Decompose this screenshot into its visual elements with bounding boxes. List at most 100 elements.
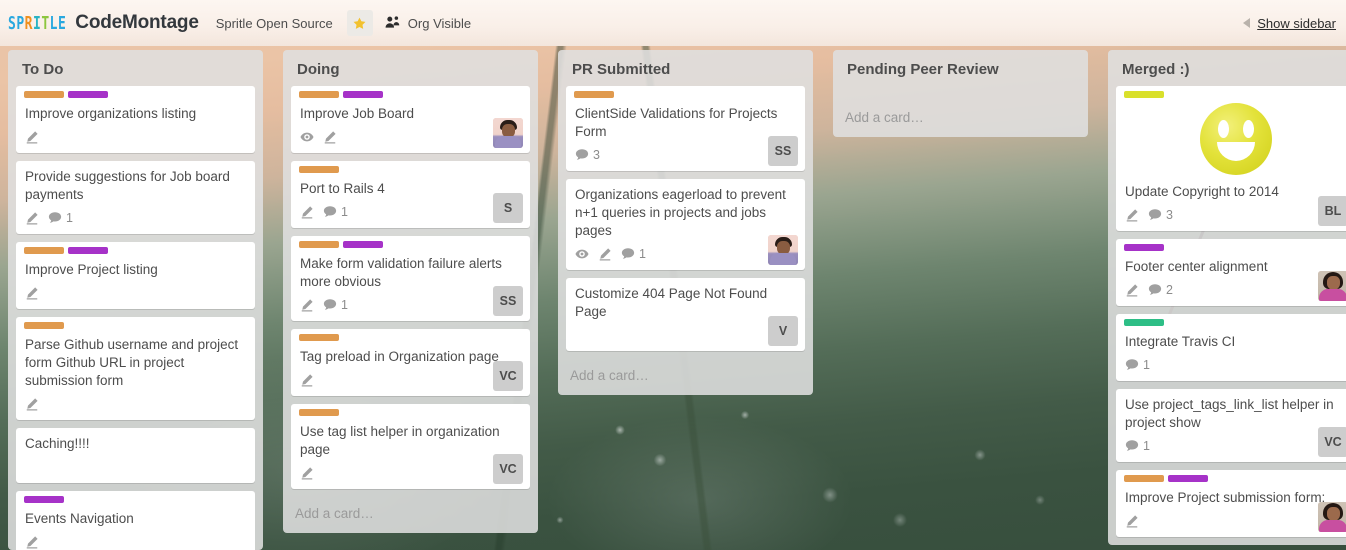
- card[interactable]: Parse Github username and project form G…: [16, 317, 255, 420]
- card-label[interactable]: [24, 322, 64, 329]
- comment-icon: [1148, 208, 1162, 222]
- card-label[interactable]: [299, 334, 339, 341]
- badge-count: 1: [1143, 357, 1150, 372]
- card-label[interactable]: [1168, 475, 1208, 482]
- card[interactable]: Integrate Travis CI 1: [1116, 314, 1346, 381]
- card-badge-comment: 2: [1148, 283, 1173, 297]
- card-label[interactable]: [1124, 319, 1164, 326]
- card-badge-comment: 3: [1148, 208, 1173, 222]
- card[interactable]: Improve Project submission form:: [1116, 470, 1346, 537]
- avatar[interactable]: BL: [1318, 196, 1346, 226]
- card-title: Improve organizations listing: [25, 106, 197, 121]
- smiley-face-cover-image: [1116, 98, 1346, 176]
- star-icon[interactable]: [346, 10, 373, 36]
- pencil-icon: [1125, 283, 1139, 297]
- card[interactable]: Update Copyright to 2014 3 BL: [1116, 86, 1346, 231]
- avatar[interactable]: [1318, 502, 1346, 532]
- pencil-icon: [25, 211, 39, 225]
- badge-count: 1: [1143, 438, 1150, 453]
- card-label[interactable]: [24, 91, 64, 98]
- card-label[interactable]: [1124, 475, 1164, 482]
- card-badge-pencil: [598, 247, 612, 261]
- add-a-card-button[interactable]: Add a card…: [558, 359, 813, 395]
- add-a-card-button[interactable]: Add a card…: [283, 497, 538, 533]
- avatar[interactable]: [768, 235, 798, 265]
- card-label[interactable]: [574, 91, 614, 98]
- avatar[interactable]: [1318, 271, 1346, 301]
- card[interactable]: Make form validation failure alerts more…: [291, 236, 530, 321]
- card[interactable]: ClientSide Validations for Projects Form…: [566, 86, 805, 171]
- card-badges: [16, 281, 255, 309]
- card-label[interactable]: [299, 91, 339, 98]
- list-title[interactable]: Merged :): [1108, 50, 1346, 86]
- list-pending-peer-review: Pending Peer Review Add a card…: [833, 50, 1088, 137]
- list-title[interactable]: Pending Peer Review: [833, 50, 1088, 86]
- card-label[interactable]: [24, 247, 64, 254]
- card[interactable]: Footer center alignment 2: [1116, 239, 1346, 306]
- card-label[interactable]: [299, 241, 339, 248]
- card-label[interactable]: [299, 409, 339, 416]
- card-label[interactable]: [299, 166, 339, 173]
- pencil-icon: [598, 247, 612, 261]
- avatar[interactable]: VC: [493, 454, 523, 484]
- list-title[interactable]: To Do: [8, 50, 263, 86]
- card-labels: [291, 86, 530, 98]
- card-badge-comment: 1: [1125, 358, 1150, 372]
- card[interactable]: Organizations eagerload to prevent n+1 q…: [566, 179, 805, 270]
- card[interactable]: Use tag list helper in organization page…: [291, 404, 530, 489]
- card[interactable]: Improve organizations listing: [16, 86, 255, 153]
- add-a-card-button[interactable]: Add a card…: [833, 86, 1088, 137]
- pencil-icon: [25, 130, 39, 144]
- comment-icon: [1148, 283, 1162, 297]
- card[interactable]: Caching!!!!: [16, 428, 255, 483]
- card[interactable]: Events Navigation: [16, 491, 255, 550]
- card-badges: VC: [291, 454, 530, 489]
- card-label[interactable]: [24, 496, 64, 503]
- pencil-icon: [1125, 514, 1139, 528]
- card[interactable]: Tag preload in Organization page VC: [291, 329, 530, 396]
- avatar[interactable]: SS: [493, 286, 523, 316]
- card-label[interactable]: [343, 91, 383, 98]
- avatar[interactable]: S: [493, 193, 523, 223]
- card-label[interactable]: [1124, 91, 1164, 98]
- card[interactable]: Use project_tags_link_list helper in pro…: [1116, 389, 1346, 462]
- avatar[interactable]: V: [768, 316, 798, 346]
- card-members: V: [768, 316, 798, 346]
- list-title[interactable]: Doing: [283, 50, 538, 86]
- card-title: Events Navigation: [25, 511, 134, 526]
- comment-icon: [48, 211, 62, 225]
- card-labels: [1116, 86, 1346, 98]
- avatar[interactable]: VC: [493, 361, 523, 391]
- spritle-logo-icon[interactable]: SPRITLE: [8, 16, 66, 34]
- card-badges: 1: [16, 206, 255, 234]
- list-title[interactable]: PR Submitted: [558, 50, 813, 86]
- visibility-label: Org Visible: [407, 15, 472, 31]
- avatar[interactable]: VC: [1318, 427, 1346, 457]
- card-label[interactable]: [68, 247, 108, 254]
- avatar[interactable]: [493, 118, 523, 148]
- show-sidebar-button[interactable]: Show sidebar: [1243, 16, 1338, 31]
- card[interactable]: Port to Rails 41S: [291, 161, 530, 228]
- brand-logo[interactable]: SPRITLE CodeMontage: [8, 12, 199, 34]
- card[interactable]: Improve Job Board: [291, 86, 530, 153]
- comment-icon: [575, 148, 589, 162]
- card-members: S: [493, 193, 523, 223]
- list-cards: Improve Job Board Port to Rails 4 1 S Make f…: [283, 86, 538, 497]
- avatar[interactable]: SS: [768, 136, 798, 166]
- card-badge-comment: 1: [48, 211, 73, 225]
- card-label[interactable]: [343, 241, 383, 248]
- card-badge-pencil: [25, 286, 39, 300]
- card-labels: [291, 404, 530, 416]
- card[interactable]: Improve Project listing: [16, 242, 255, 309]
- card-labels: [16, 317, 255, 329]
- organization-name[interactable]: Spritle Open Source: [216, 16, 333, 31]
- card[interactable]: Customize 404 Page Not Found Page V: [566, 278, 805, 351]
- list-merged: Merged :) Update Copyright to 2014 3 BL Foot…: [1108, 50, 1346, 545]
- card-label[interactable]: [1124, 244, 1164, 251]
- card-badge-comment: 1: [621, 247, 646, 261]
- card-label[interactable]: [68, 91, 108, 98]
- card[interactable]: Provide suggestions for Job board paymen…: [16, 161, 255, 234]
- board-visibility-button[interactable]: Org Visible: [385, 15, 471, 32]
- card-badge-pencil: [300, 205, 314, 219]
- list-cards: ClientSide Validations for Projects Form…: [558, 86, 813, 359]
